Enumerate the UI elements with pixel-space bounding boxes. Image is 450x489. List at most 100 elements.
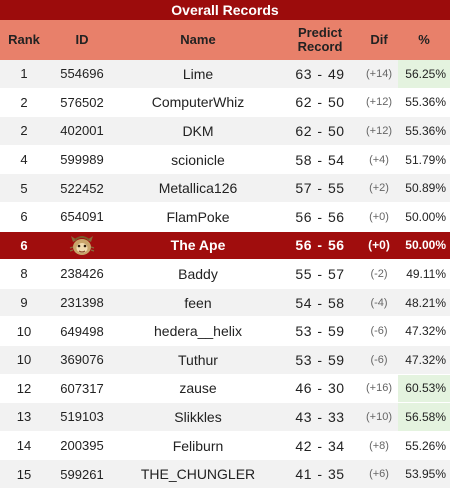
record-wins: 53 <box>295 351 312 368</box>
record-separator: - <box>317 65 323 82</box>
cell-predict-record: 41-35 <box>280 459 360 489</box>
cell-rank: 15 <box>0 459 48 489</box>
cell-rank: 13 <box>0 402 48 432</box>
cell-name[interactable]: ComputerWhiz <box>116 88 280 118</box>
table-row[interactable]: 5 522452 Metallica126 57-55 (+2) 50.89% <box>0 173 450 203</box>
column-header-id[interactable]: ID <box>48 20 116 60</box>
cell-pct: 50.00% <box>398 202 450 232</box>
cell-pct: 55.36% <box>398 116 450 146</box>
cell-dif: (-6) <box>360 316 398 346</box>
cell-dif: (+8) <box>360 431 398 461</box>
record-separator: - <box>317 180 323 197</box>
cell-rank: 10 <box>0 345 48 375</box>
record-losses: 58 <box>328 294 345 311</box>
cell-id: 231398 <box>48 288 116 318</box>
record-losses: 56 <box>328 208 345 225</box>
table-row[interactable]: 14 200395 Feliburn 42-34 (+8) 55.26% <box>0 431 450 461</box>
record-wins: 62 <box>295 122 312 139</box>
cell-pct: 55.36% <box>398 88 450 118</box>
record-losses: 54 <box>328 151 345 168</box>
record-wins: 57 <box>295 180 312 197</box>
cell-name[interactable]: Slikkles <box>116 402 280 432</box>
column-header-name[interactable]: Name <box>116 20 280 60</box>
cell-rank: 10 <box>0 316 48 346</box>
cell-predict-record: 62-50 <box>280 116 360 146</box>
cell-name[interactable]: scionicle <box>116 145 280 175</box>
table-row[interactable]: 9 231398 feen 54-58 (-4) 48.21% <box>0 288 450 318</box>
cell-name[interactable]: feen <box>116 288 280 318</box>
cell-id: 369076 <box>48 345 116 375</box>
cell-id: 522452 <box>48 173 116 203</box>
record-separator: - <box>317 408 323 425</box>
record-losses: 35 <box>328 466 345 483</box>
cell-predict-record: 57-55 <box>280 173 360 203</box>
cell-predict-record: 56-56 <box>280 231 360 261</box>
cell-predict-record: 55-57 <box>280 259 360 289</box>
record-separator: - <box>317 294 323 311</box>
cell-name[interactable]: Metallica126 <box>116 173 280 203</box>
cell-id <box>48 231 116 261</box>
panel-title: Overall Records <box>0 0 450 20</box>
cell-name[interactable]: Feliburn <box>116 431 280 461</box>
cell-name[interactable]: hedera__helix <box>116 316 280 346</box>
cell-dif: (+14) <box>360 60 398 89</box>
record-wins: 58 <box>295 151 312 168</box>
record-separator: - <box>317 437 323 454</box>
cell-id: 402001 <box>48 116 116 146</box>
column-header-dif[interactable]: Dif <box>360 20 398 60</box>
cell-name[interactable]: The Ape <box>116 231 280 261</box>
cell-id: 519103 <box>48 402 116 432</box>
cell-id: 200395 <box>48 431 116 461</box>
table-row[interactable]: 10 649498 hedera__helix 53-59 (-6) 47.32% <box>0 316 450 346</box>
column-header-rank[interactable]: Rank <box>0 20 48 60</box>
table-row[interactable]: 8 238426 Baddy 55-57 (-2) 49.11% <box>0 259 450 289</box>
record-wins: 46 <box>295 380 312 397</box>
cell-rank: 5 <box>0 173 48 203</box>
record-losses: 56 <box>328 237 345 254</box>
cell-predict-record: 62-50 <box>280 88 360 118</box>
column-header-pct[interactable]: % <box>398 20 450 60</box>
cell-rank: 2 <box>0 88 48 118</box>
record-losses: 59 <box>328 323 345 340</box>
cell-predict-record: 54-58 <box>280 288 360 318</box>
table-row[interactable]: 2 402001 DKM 62-50 (+12) 55.36% <box>0 116 450 146</box>
table-row-current-user[interactable]: 6 The Ape 56-56 (+0) 50.00% <box>0 231 450 261</box>
cell-name[interactable]: zause <box>116 374 280 404</box>
table-row[interactable]: 6 654091 FlamPoke 56-56 (+0) 50.00% <box>0 202 450 232</box>
cell-pct: 48.21% <box>398 288 450 318</box>
cell-dif: (+12) <box>360 88 398 118</box>
cell-name[interactable]: FlamPoke <box>116 202 280 232</box>
cell-rank: 6 <box>0 202 48 232</box>
cell-name[interactable]: Tuthur <box>116 345 280 375</box>
record-separator: - <box>317 237 323 254</box>
cell-name[interactable]: Baddy <box>116 259 280 289</box>
record-wins: 62 <box>295 94 312 111</box>
record-losses: 59 <box>328 351 345 368</box>
record-losses: 33 <box>328 408 345 425</box>
column-header-predict-record[interactable]: Predict Record <box>280 20 360 60</box>
cell-id: 238426 <box>48 259 116 289</box>
cell-dif: (+0) <box>360 202 398 232</box>
cell-pct: 51.79% <box>398 145 450 175</box>
record-losses: 49 <box>328 65 345 82</box>
table-row[interactable]: 4 599989 scionicle 58-54 (+4) 51.79% <box>0 145 450 175</box>
cell-name[interactable]: Lime <box>116 60 280 89</box>
cell-name[interactable]: THE_CHUNGLER <box>116 459 280 489</box>
cell-name[interactable]: DKM <box>116 116 280 146</box>
table-row[interactable]: 15 599261 THE_CHUNGLER 41-35 (+6) 53.95% <box>0 459 450 489</box>
cell-pct: 56.58% <box>398 402 450 432</box>
table-row[interactable]: 13 519103 Slikkles 43-33 (+10) 56.58% <box>0 402 450 432</box>
table-row[interactable]: 10 369076 Tuthur 53-59 (-6) 47.32% <box>0 345 450 375</box>
cell-pct: 50.00% <box>398 231 450 261</box>
cell-dif: (+6) <box>360 459 398 489</box>
table-row[interactable]: 1 554696 Lime 63-49 (+14) 56.25% <box>0 60 450 89</box>
cell-predict-record: 53-59 <box>280 316 360 346</box>
cell-rank: 9 <box>0 288 48 318</box>
table-row[interactable]: 2 576502 ComputerWhiz 62-50 (+12) 55.36% <box>0 88 450 118</box>
cell-rank: 2 <box>0 116 48 146</box>
table-row[interactable]: 12 607317 zause 46-30 (+16) 60.53% <box>0 374 450 404</box>
cell-id: 599261 <box>48 459 116 489</box>
cell-dif: (+2) <box>360 173 398 203</box>
cell-id: 654091 <box>48 202 116 232</box>
cell-rank: 14 <box>0 431 48 461</box>
